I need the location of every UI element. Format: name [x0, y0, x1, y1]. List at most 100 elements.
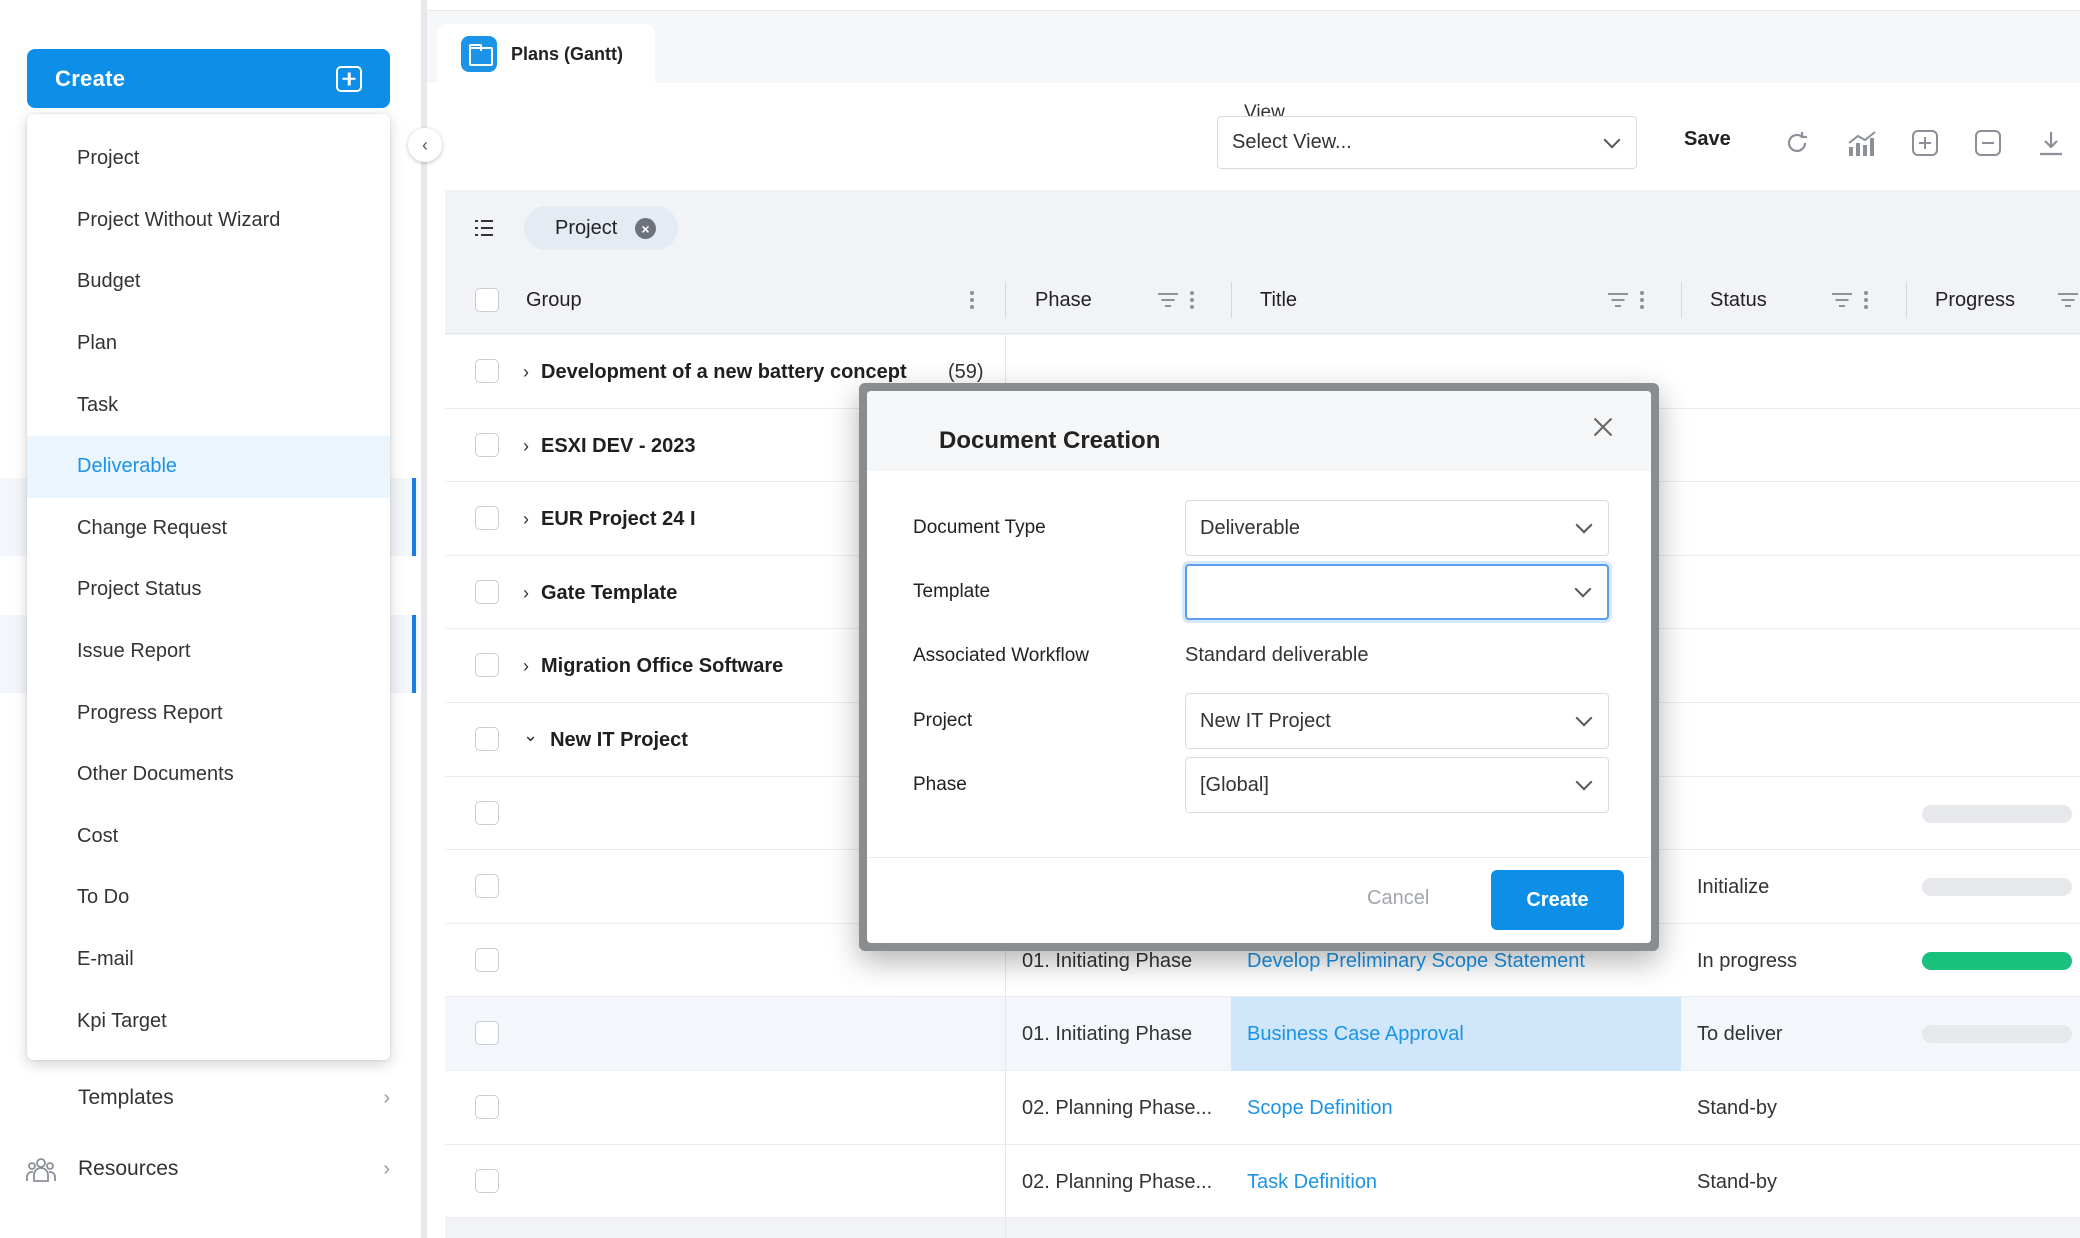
chevron-right-icon[interactable]: › [523, 656, 529, 677]
create-menu-item-cost[interactable]: Cost [27, 806, 390, 868]
tab-plans-gantt[interactable]: Plans (Gantt) [437, 24, 655, 84]
chevron-right-icon[interactable]: › [523, 436, 529, 457]
phase-cell: 02. Planning Phase... [1022, 1170, 1213, 1193]
associated-workflow-label: Associated Workflow [913, 645, 1089, 666]
column-menu-icon[interactable] [1190, 291, 1194, 309]
cancel-button[interactable]: Cancel [1367, 887, 1429, 910]
row-checkbox[interactable] [475, 359, 499, 383]
create-menu-item-task[interactable]: Task [27, 374, 390, 436]
sidebar: Create Project Project Without Wizard Budg… [0, 0, 424, 1238]
download-button[interactable] [2034, 126, 2068, 160]
filter-bar [445, 190, 2080, 266]
list-icon[interactable] [472, 216, 496, 240]
create-menu-item-deliverable[interactable]: Deliverable [27, 435, 390, 498]
create-menu-item-project-status[interactable]: Project Status [27, 559, 390, 621]
chevron-right-icon: › [383, 1157, 390, 1180]
chevron-right-icon[interactable]: › [523, 583, 529, 604]
column-filter-icon[interactable] [1832, 293, 1852, 307]
create-menu-item-issue-report[interactable]: Issue Report [27, 621, 390, 683]
row-checkbox[interactable] [475, 947, 499, 972]
dialog-create-button[interactable]: Create [1491, 870, 1624, 930]
filter-chip-project[interactable]: Project × [524, 206, 678, 250]
create-menu-item-progress-report[interactable]: Progress Report [27, 682, 390, 744]
column-header-title[interactable]: Title [1260, 266, 1297, 334]
row-checkbox[interactable] [475, 874, 499, 899]
collapse-sidebar-button[interactable]: ‹ [408, 128, 442, 162]
group-row-toggle[interactable]: › Development of a new battery concept [523, 361, 907, 384]
chevron-right-icon: › [383, 1086, 390, 1109]
chevron-right-icon[interactable]: › [523, 509, 529, 530]
progress-bar-fill [1922, 951, 2072, 970]
row-checkbox[interactable] [475, 727, 499, 751]
template-select[interactable] [1185, 564, 1609, 620]
create-menu-item-kpi-target[interactable]: Kpi Target [27, 990, 390, 1052]
template-label: Template [913, 581, 991, 602]
column-menu-icon[interactable] [1640, 291, 1644, 309]
row-checkbox[interactable] [475, 1021, 499, 1046]
chart-button[interactable] [1845, 126, 1879, 160]
sidebar-item-label: Templates [78, 1086, 174, 1109]
group-row-toggle[interactable]: › Migration Office Software [523, 655, 783, 678]
phase-select[interactable]: [Global] [1185, 757, 1609, 813]
chevron-down-icon[interactable]: ⌄ [523, 725, 538, 746]
tab-bar [427, 11, 2080, 83]
group-row-toggle[interactable]: › ESXI DEV - 2023 [523, 435, 696, 458]
create-button[interactable]: Create [27, 49, 390, 108]
group-row-toggle[interactable]: › Gate Template [523, 582, 677, 605]
chevron-down-icon [1575, 516, 1593, 534]
progress-bar [1922, 1025, 2072, 1044]
create-menu-item-change-request[interactable]: Change Request [27, 498, 390, 560]
row-checkbox[interactable] [475, 432, 499, 457]
row-checkbox[interactable] [475, 653, 499, 678]
expand-all-button[interactable] [1908, 126, 1942, 160]
expand-all-icon [1912, 130, 1938, 156]
create-menu-item-to-do[interactable]: To Do [27, 867, 390, 929]
row-checkbox[interactable] [475, 1095, 499, 1119]
row-checkbox[interactable] [475, 506, 499, 531]
status-cell: Initialize [1697, 876, 1770, 899]
create-menu-item-project[interactable]: Project [27, 128, 390, 190]
column-separator [1681, 282, 1682, 318]
save-button[interactable]: Save [1684, 128, 1731, 151]
chevron-right-icon[interactable]: › [523, 362, 529, 383]
column-header-progress[interactable]: Progress [1935, 266, 2015, 334]
phase-cell: 01. Initiating Phase [1022, 1023, 1193, 1046]
column-header-group[interactable]: Group [526, 266, 582, 334]
people-icon [26, 1158, 56, 1182]
row-checkbox[interactable] [475, 579, 499, 604]
sidebar-item-label: Resources [78, 1157, 179, 1180]
refresh-button[interactable] [1780, 126, 1814, 160]
title-link[interactable]: Task Definition [1247, 1171, 1377, 1194]
sidebar-item-templates[interactable]: Templates › [0, 1068, 400, 1128]
project-select[interactable]: New IT Project [1185, 693, 1609, 749]
column-filter-icon[interactable] [2058, 293, 2078, 307]
group-label: New IT Project [550, 729, 688, 751]
create-menu-item-project-without-wizard[interactable]: Project Without Wizard [27, 190, 390, 252]
group-row-toggle[interactable]: ⌄ New IT Project [523, 725, 688, 752]
chart-icon [1848, 131, 1876, 156]
collapse-all-button[interactable] [1971, 126, 2005, 160]
column-header-status[interactable]: Status [1710, 266, 1767, 334]
group-row-toggle[interactable]: › EUR Project 24 I [523, 508, 696, 531]
title-link[interactable]: Business Case Approval [1247, 1023, 1464, 1046]
view-select[interactable]: Select View... [1217, 116, 1637, 169]
column-filter-icon[interactable] [1608, 293, 1628, 307]
column-menu-icon[interactable] [970, 291, 974, 309]
title-link[interactable]: Develop Preliminary Scope Statement [1247, 950, 1585, 973]
column-menu-icon[interactable] [1864, 291, 1868, 309]
row-checkbox[interactable] [475, 1168, 499, 1193]
create-menu-item-plan[interactable]: Plan [27, 313, 390, 375]
create-menu-item-other-documents[interactable]: Other Documents [27, 744, 390, 806]
column-filter-icon[interactable] [1158, 293, 1178, 307]
column-header-phase[interactable]: Phase [1035, 266, 1092, 334]
create-menu-item-e-mail[interactable]: E-mail [27, 929, 390, 991]
sidebar-active-indicator [412, 478, 416, 556]
document-type-select[interactable]: Deliverable [1185, 500, 1609, 556]
create-menu-item-budget[interactable]: Budget [27, 251, 390, 313]
row-checkbox[interactable] [475, 800, 499, 825]
remove-filter-icon[interactable]: × [635, 218, 656, 239]
close-icon[interactable] [1591, 415, 1615, 439]
select-all-checkbox[interactable] [475, 288, 499, 312]
title-link[interactable]: Scope Definition [1247, 1097, 1393, 1120]
sidebar-item-resources[interactable]: Resources › [0, 1139, 400, 1199]
